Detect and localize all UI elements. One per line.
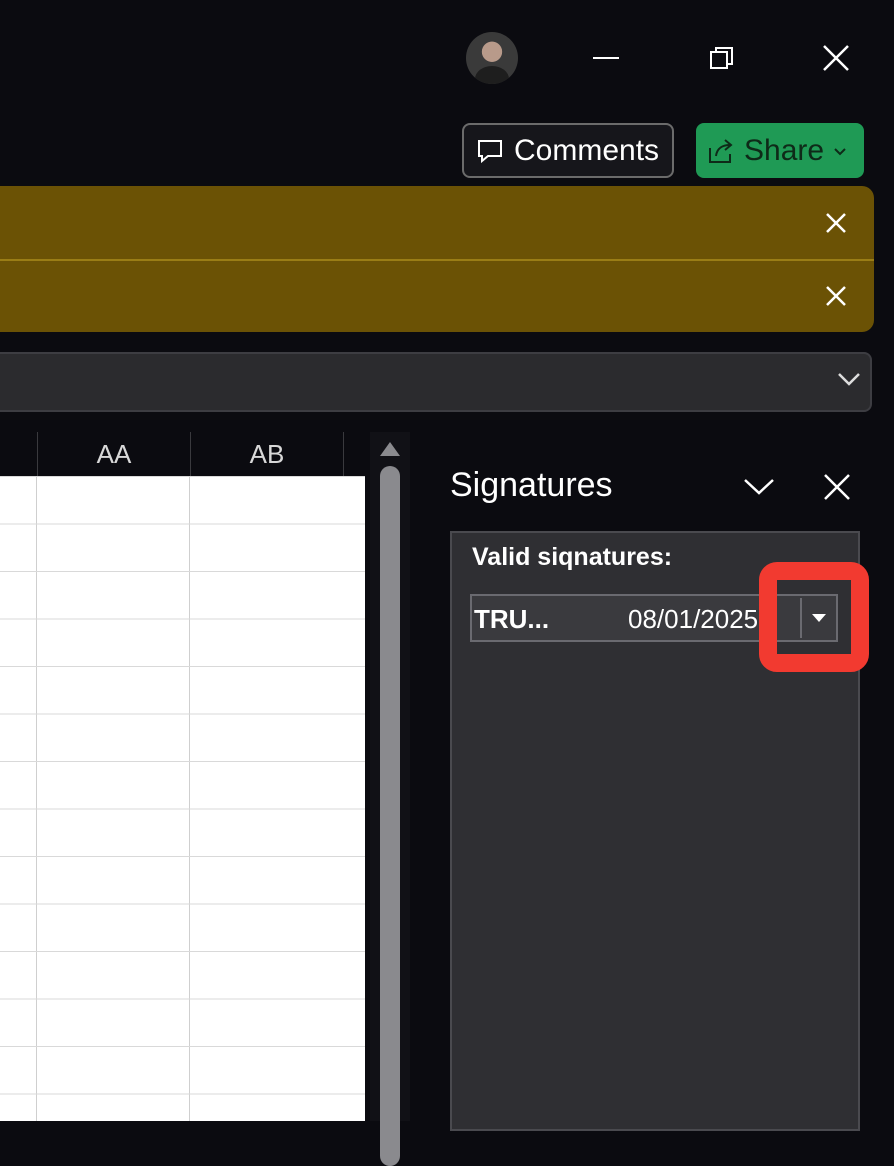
scroll-up-icon[interactable]: [380, 442, 400, 456]
column-header-aa[interactable]: AA: [37, 432, 190, 476]
formula-bar[interactable]: [0, 352, 872, 412]
close-icon: [826, 286, 846, 306]
signature-name: TRU...: [474, 604, 550, 634]
share-label: Share: [744, 133, 825, 167]
restore-icon: [710, 47, 733, 69]
close-window-button[interactable]: [806, 33, 866, 83]
valid-signatures-label: Valid siqnatures:: [472, 543, 673, 571]
comments-button[interactable]: Comments: [462, 123, 674, 178]
chevron-down-icon[interactable]: [832, 145, 848, 157]
signature-date: 08/01/2025: [628, 604, 759, 634]
spreadsheet-grid[interactable]: [0, 476, 365, 1121]
pane-title: Signatures: [450, 466, 613, 504]
column-header-next[interactable]: [343, 432, 371, 476]
message-bar-1-close-button[interactable]: [816, 203, 856, 243]
close-icon: [823, 45, 849, 71]
chevron-down-icon[interactable]: [742, 474, 776, 498]
expand-formula-bar-icon[interactable]: [836, 370, 862, 388]
scrollbar-thumb[interactable]: [380, 466, 400, 1166]
comments-label: Comments: [514, 133, 660, 167]
message-bars: [0, 186, 874, 332]
column-header-ab[interactable]: AB: [190, 432, 343, 476]
share-icon: [709, 138, 733, 163]
column-headers: AA AB: [0, 432, 370, 476]
highlight-box: [759, 562, 869, 672]
restore-button[interactable]: [692, 33, 752, 83]
minimize-button[interactable]: [576, 33, 636, 83]
close-pane-icon[interactable]: [823, 473, 851, 501]
close-icon: [826, 213, 846, 233]
user-avatar[interactable]: [466, 32, 518, 84]
minimize-icon: [593, 57, 619, 59]
vertical-scrollbar[interactable]: [370, 432, 410, 1166]
share-button[interactable]: Share: [696, 123, 864, 178]
message-bar-2-close-button[interactable]: [816, 276, 856, 316]
comment-icon: [478, 139, 502, 163]
message-bar-divider: [0, 259, 874, 261]
